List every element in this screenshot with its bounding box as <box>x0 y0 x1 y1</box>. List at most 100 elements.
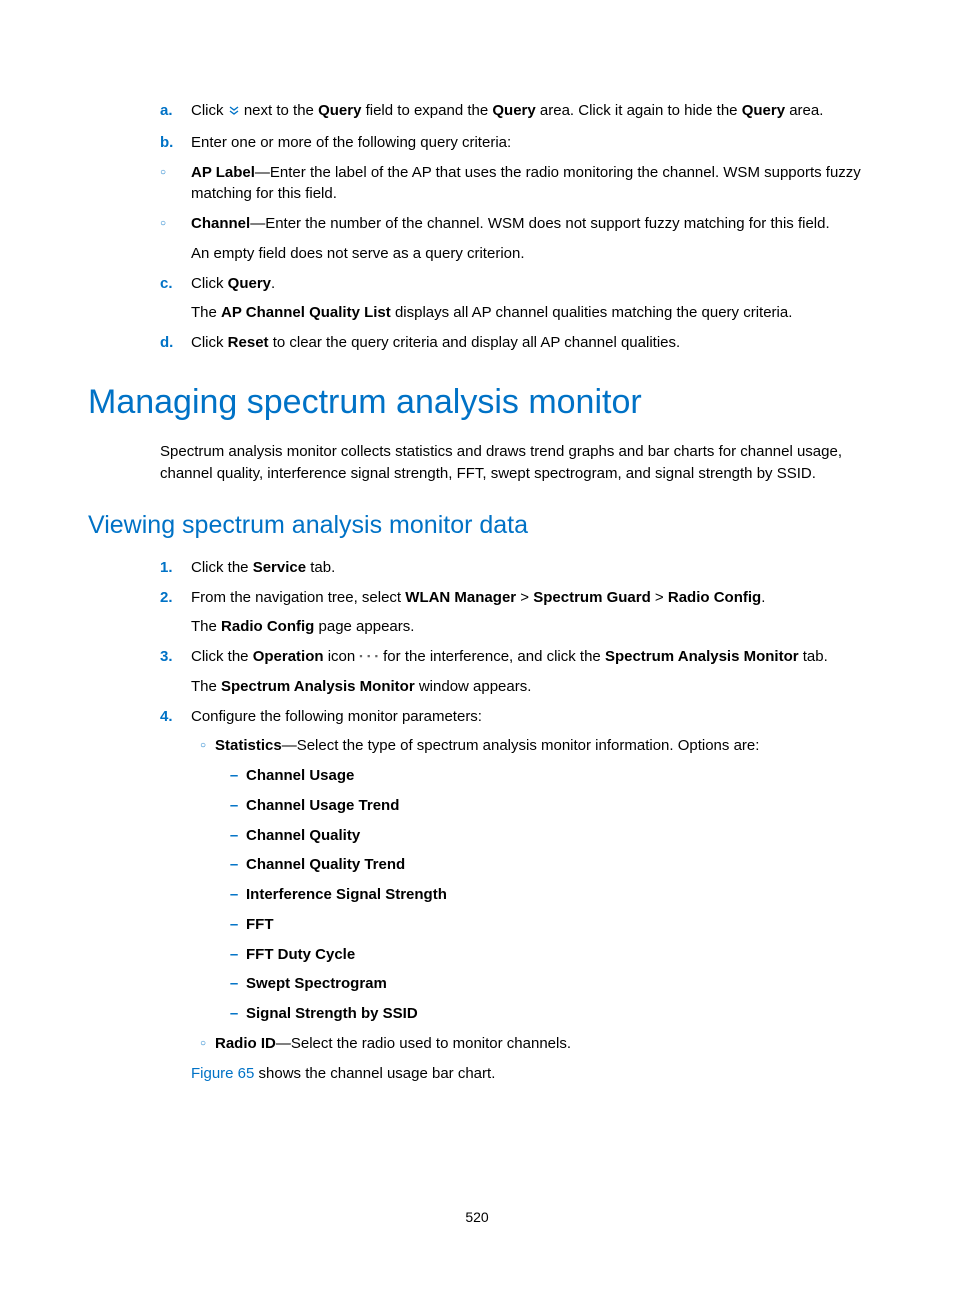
circle-marker: ○ <box>191 735 215 757</box>
option-swept-spectrogram: –Swept Spectrogram <box>88 973 866 995</box>
text-bold: Channel Quality Trend <box>246 856 405 873</box>
list-item-d: d. Click Reset to clear the query criter… <box>88 332 866 354</box>
text-bold: AP Channel Quality List <box>221 304 391 321</box>
text-bold: Radio Config <box>668 589 761 606</box>
dash-marker: – <box>222 884 246 906</box>
text: > <box>516 589 533 606</box>
text: Click the <box>191 648 253 665</box>
text-bold: Spectrum Guard <box>533 589 651 606</box>
step-2: 2. From the navigation tree, select WLAN… <box>88 587 866 639</box>
text: —Select the type of spectrum analysis mo… <box>282 737 760 754</box>
text-bold: Swept Spectrogram <box>246 975 387 992</box>
text-bold: FFT Duty Cycle <box>246 946 355 963</box>
text: The <box>191 678 221 695</box>
list-body: Channel Usage <box>246 765 866 787</box>
list-body: Click the Service tab. <box>191 557 866 579</box>
text: shows the channel usage bar chart. <box>254 1065 495 1082</box>
list-item-b: b. Enter one or more of the following qu… <box>88 132 866 154</box>
text: area. Click it again to hide the <box>540 102 742 119</box>
list-body: Click the Operation icon ▪ ▪ ▪ for the i… <box>191 646 866 698</box>
option-interference-signal-strength: –Interference Signal Strength <box>88 884 866 906</box>
text: tab. <box>799 648 828 665</box>
dash-marker: – <box>222 1003 246 1025</box>
list-body: Click Query. The AP Channel Quality List… <box>191 273 866 325</box>
option-channel-quality: –Channel Quality <box>88 825 866 847</box>
figure-reference: Figure 65 shows the channel usage bar ch… <box>88 1063 866 1085</box>
list-marker: a. <box>160 100 191 124</box>
text: Click <box>191 102 228 119</box>
text-bold: WLAN Manager <box>405 589 516 606</box>
text: displays all AP channel qualities matchi… <box>391 304 793 321</box>
text: —Enter the label of the AP that uses the… <box>191 164 861 203</box>
text: for the interference, and click the <box>383 648 605 665</box>
sub-item-channel: ○ Channel—Enter the number of the channe… <box>88 213 866 265</box>
heading-1: Managing spectrum analysis monitor <box>88 378 866 427</box>
text-bold: Reset <box>228 334 269 351</box>
expand-icon <box>228 102 240 124</box>
list-body: FFT <box>246 914 866 936</box>
list-body: Statistics—Select the type of spectrum a… <box>215 735 866 757</box>
text: From the navigation tree, select <box>191 589 405 606</box>
dash-marker: – <box>222 914 246 936</box>
dash-marker: – <box>222 973 246 995</box>
option-fft-duty-cycle: –FFT Duty Cycle <box>88 944 866 966</box>
text-bold: Service <box>253 559 306 576</box>
list-body: FFT Duty Cycle <box>246 944 866 966</box>
text-bold: Query <box>492 102 535 119</box>
text-bold: Radio Config <box>221 618 314 635</box>
text: field to expand the <box>366 102 493 119</box>
text: —Enter the number of the channel. WSM do… <box>250 215 829 232</box>
text-bold: Statistics <box>215 737 282 754</box>
list-body: Channel Quality <box>246 825 866 847</box>
list-body: Interference Signal Strength <box>246 884 866 906</box>
circle-marker: ○ <box>191 1033 215 1055</box>
page-number: 520 <box>0 1207 954 1227</box>
list-marker: c. <box>160 273 191 325</box>
dash-marker: – <box>222 765 246 787</box>
text-bold: Radio ID <box>215 1035 276 1052</box>
operation-dots-icon: ▪ ▪ ▪ <box>359 650 379 663</box>
option-channel-usage: –Channel Usage <box>88 765 866 787</box>
option-signal-strength-by-ssid: –Signal Strength by SSID <box>88 1003 866 1025</box>
text: tab. <box>306 559 335 576</box>
list-body: Click Reset to clear the query criteria … <box>191 332 866 354</box>
text: The <box>191 304 221 321</box>
text: area. <box>789 102 823 119</box>
step-1: 1. Click the Service tab. <box>88 557 866 579</box>
list-marker: d. <box>160 332 191 354</box>
list-marker: b. <box>160 132 191 154</box>
step-3: 3. Click the Operation icon ▪ ▪ ▪ for th… <box>88 646 866 698</box>
text-bold: Signal Strength by SSID <box>246 1005 418 1022</box>
list-body: Enter one or more of the following query… <box>191 132 866 154</box>
dash-marker: – <box>222 825 246 847</box>
option-channel-quality-trend: –Channel Quality Trend <box>88 854 866 876</box>
text-bold: Spectrum Analysis Monitor <box>605 648 799 665</box>
list-marker: 1. <box>160 557 191 579</box>
text-bold: Spectrum Analysis Monitor <box>221 678 415 695</box>
list-body: Signal Strength by SSID <box>246 1003 866 1025</box>
list-body: Channel Quality Trend <box>246 854 866 876</box>
option-channel-usage-trend: –Channel Usage Trend <box>88 795 866 817</box>
text-bold: Query <box>742 102 785 119</box>
dash-marker: – <box>222 944 246 966</box>
text-bold: Query <box>228 275 271 292</box>
text: The <box>191 618 221 635</box>
list-item-c: c. Click Query. The AP Channel Quality L… <box>88 273 866 325</box>
list-marker: 4. <box>160 706 191 728</box>
text: Click <box>191 334 228 351</box>
text-bold: AP Label <box>191 164 255 181</box>
note-text: An empty field does not serve as a query… <box>191 243 866 265</box>
sub-item-ap-label: ○ AP Label—Enter the label of the AP tha… <box>88 162 866 206</box>
text-bold: Interference Signal Strength <box>246 886 447 903</box>
text: . <box>271 275 275 292</box>
text: > <box>651 589 668 606</box>
figure-link[interactable]: Figure 65 <box>191 1065 254 1082</box>
list-body: AP Label—Enter the label of the AP that … <box>191 162 866 206</box>
dash-marker: – <box>222 854 246 876</box>
text: to clear the query criteria and display … <box>269 334 681 351</box>
text-bold: Channel Quality <box>246 827 360 844</box>
text: page appears. <box>314 618 414 635</box>
list-body: Radio ID—Select the radio used to monito… <box>215 1033 866 1055</box>
text: Click the <box>191 559 253 576</box>
text-bold: Operation <box>253 648 324 665</box>
